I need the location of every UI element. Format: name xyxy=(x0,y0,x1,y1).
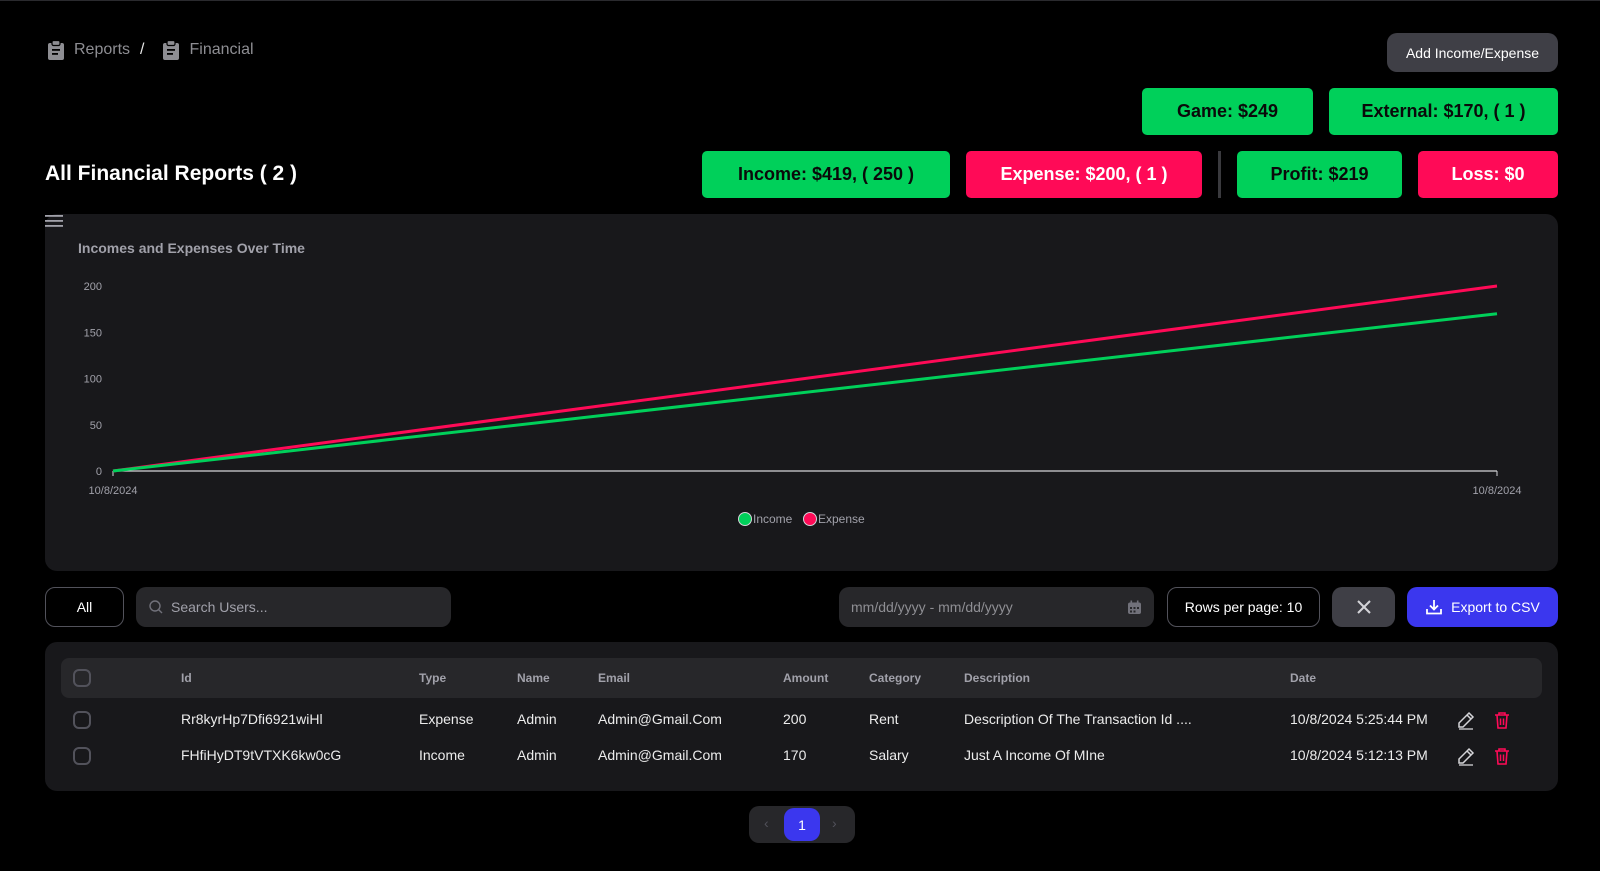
column-header-date[interactable]: Date xyxy=(1290,671,1316,685)
x-tick-label: 10/8/2024 xyxy=(89,485,138,497)
series-line-expense xyxy=(112,284,1498,473)
cell-name: Admin xyxy=(517,711,557,727)
y-tick-label: 50 xyxy=(90,420,102,432)
date-range-placeholder: mm/dd/yyyy - mm/dd/yyyy xyxy=(851,599,1013,615)
cell-description: Description Of The Transaction Id .... xyxy=(964,711,1192,727)
loss-badge: Loss: $0 xyxy=(1418,151,1558,198)
y-tick-label: 200 xyxy=(84,281,102,293)
y-tick-label: 150 xyxy=(84,327,102,339)
table-row[interactable]: Rr8kyrHp7Dfi6921wiHl Expense Admin Admin… xyxy=(45,702,1558,738)
column-header-amount[interactable]: Amount xyxy=(783,671,828,685)
download-icon xyxy=(1426,600,1443,615)
clipboard-icon xyxy=(48,40,64,60)
close-icon xyxy=(1356,600,1371,614)
breadcrumb: Reports / Financial xyxy=(47,40,254,60)
select-all-checkbox[interactable] xyxy=(73,669,91,687)
cell-amount: 200 xyxy=(783,711,807,727)
cell-type: Expense xyxy=(419,711,474,727)
column-header-name[interactable]: Name xyxy=(517,671,550,685)
game-total-badge: Game: $249 xyxy=(1142,88,1313,135)
pagination-prev-button[interactable]: ‹ xyxy=(764,815,769,831)
breadcrumb-label: Reports xyxy=(74,41,131,58)
search-input[interactable] xyxy=(171,599,441,615)
pagination: ‹ 1 › xyxy=(749,806,855,843)
breadcrumb-reports[interactable]: Reports xyxy=(47,40,130,60)
cell-id: FHfiHyDT9tVTXK6kw0cG xyxy=(181,747,342,763)
legend-label: Income xyxy=(753,512,793,526)
x-tick-label: 10/8/2024 xyxy=(1473,485,1522,497)
cell-description: Just A Income Of MIne xyxy=(964,747,1105,763)
cell-category: Salary xyxy=(869,747,909,763)
clear-filters-button[interactable] xyxy=(1332,587,1395,627)
cell-email: Admin@Gmail.Com xyxy=(598,747,722,763)
table-header: Id Type Name Email Amount Category Descr… xyxy=(61,658,1542,698)
cell-id: Rr8kyrHp7Dfi6921wiHl xyxy=(181,711,323,727)
breadcrumb-label: Financial xyxy=(189,41,254,58)
cell-date: 10/8/2024 5:12:13 PM xyxy=(1290,747,1428,763)
income-expense-chart: Incomes and Expenses Over Time 0 50 100 150… xyxy=(78,240,1522,526)
row-checkbox[interactable] xyxy=(73,711,91,729)
legend-marker-expense xyxy=(803,512,817,526)
clipboard-icon xyxy=(163,40,180,60)
search-icon xyxy=(149,600,163,614)
add-income-expense-button[interactable]: Add Income/Expense xyxy=(1387,33,1558,72)
window-top-border xyxy=(0,0,1600,1)
cell-name: Admin xyxy=(517,747,557,763)
pagination-next-button[interactable]: › xyxy=(832,815,837,831)
income-total-badge: Income: $419, ( 250 ) xyxy=(702,151,950,198)
external-total-badge: External: $170, ( 1 ) xyxy=(1329,88,1558,135)
row-checkbox[interactable] xyxy=(73,747,91,765)
filter-all-button[interactable]: All xyxy=(45,587,124,627)
chart-menu-icon[interactable] xyxy=(45,214,63,228)
column-header-category[interactable]: Category xyxy=(869,671,921,685)
column-header-description[interactable]: Description xyxy=(964,671,1030,685)
column-header-id[interactable]: Id xyxy=(181,671,192,685)
calendar-icon[interactable] xyxy=(1127,600,1142,615)
chart-card: Incomes and Expenses Over Time 0 50 100 150… xyxy=(45,214,1558,571)
series-line-income xyxy=(112,312,1498,473)
cell-type: Income xyxy=(419,747,465,763)
legend-label: Expense xyxy=(818,512,865,526)
column-header-email[interactable]: Email xyxy=(598,671,630,685)
profit-badge: Profit: $219 xyxy=(1237,151,1402,198)
delete-icon[interactable] xyxy=(1492,710,1512,730)
column-header-type[interactable]: Type xyxy=(419,671,446,685)
expense-total-badge: Expense: $200, ( 1 ) xyxy=(966,151,1202,198)
transactions-table: Id Type Name Email Amount Category Descr… xyxy=(45,642,1558,791)
chart-title: Incomes and Expenses Over Time xyxy=(78,240,305,256)
y-tick-label: 0 xyxy=(96,466,102,478)
legend-marker-income xyxy=(738,512,752,526)
delete-icon[interactable] xyxy=(1492,746,1512,766)
export-label: Export to CSV xyxy=(1451,599,1540,615)
breadcrumb-separator: / xyxy=(140,41,145,58)
rows-per-page-select[interactable]: Rows per page: 10 xyxy=(1167,587,1320,627)
stats-divider xyxy=(1218,151,1221,198)
export-csv-button[interactable]: Export to CSV xyxy=(1407,587,1558,627)
cell-email: Admin@Gmail.Com xyxy=(598,711,722,727)
cell-date: 10/8/2024 5:25:44 PM xyxy=(1290,711,1428,727)
page-title: All Financial Reports ( 2 ) xyxy=(45,162,298,185)
edit-icon[interactable] xyxy=(1456,746,1476,766)
y-tick-label: 100 xyxy=(84,374,102,386)
search-box xyxy=(136,587,451,627)
edit-icon[interactable] xyxy=(1456,710,1476,730)
cell-category: Rent xyxy=(869,711,899,727)
pagination-page-button[interactable]: 1 xyxy=(784,808,820,841)
breadcrumb-financial[interactable]: Financial xyxy=(162,40,254,60)
table-row[interactable]: FHfiHyDT9tVTXK6kw0cG Income Admin Admin@… xyxy=(45,738,1558,774)
date-range-picker[interactable]: mm/dd/yyyy - mm/dd/yyyy xyxy=(839,587,1154,627)
cell-amount: 170 xyxy=(783,747,807,763)
